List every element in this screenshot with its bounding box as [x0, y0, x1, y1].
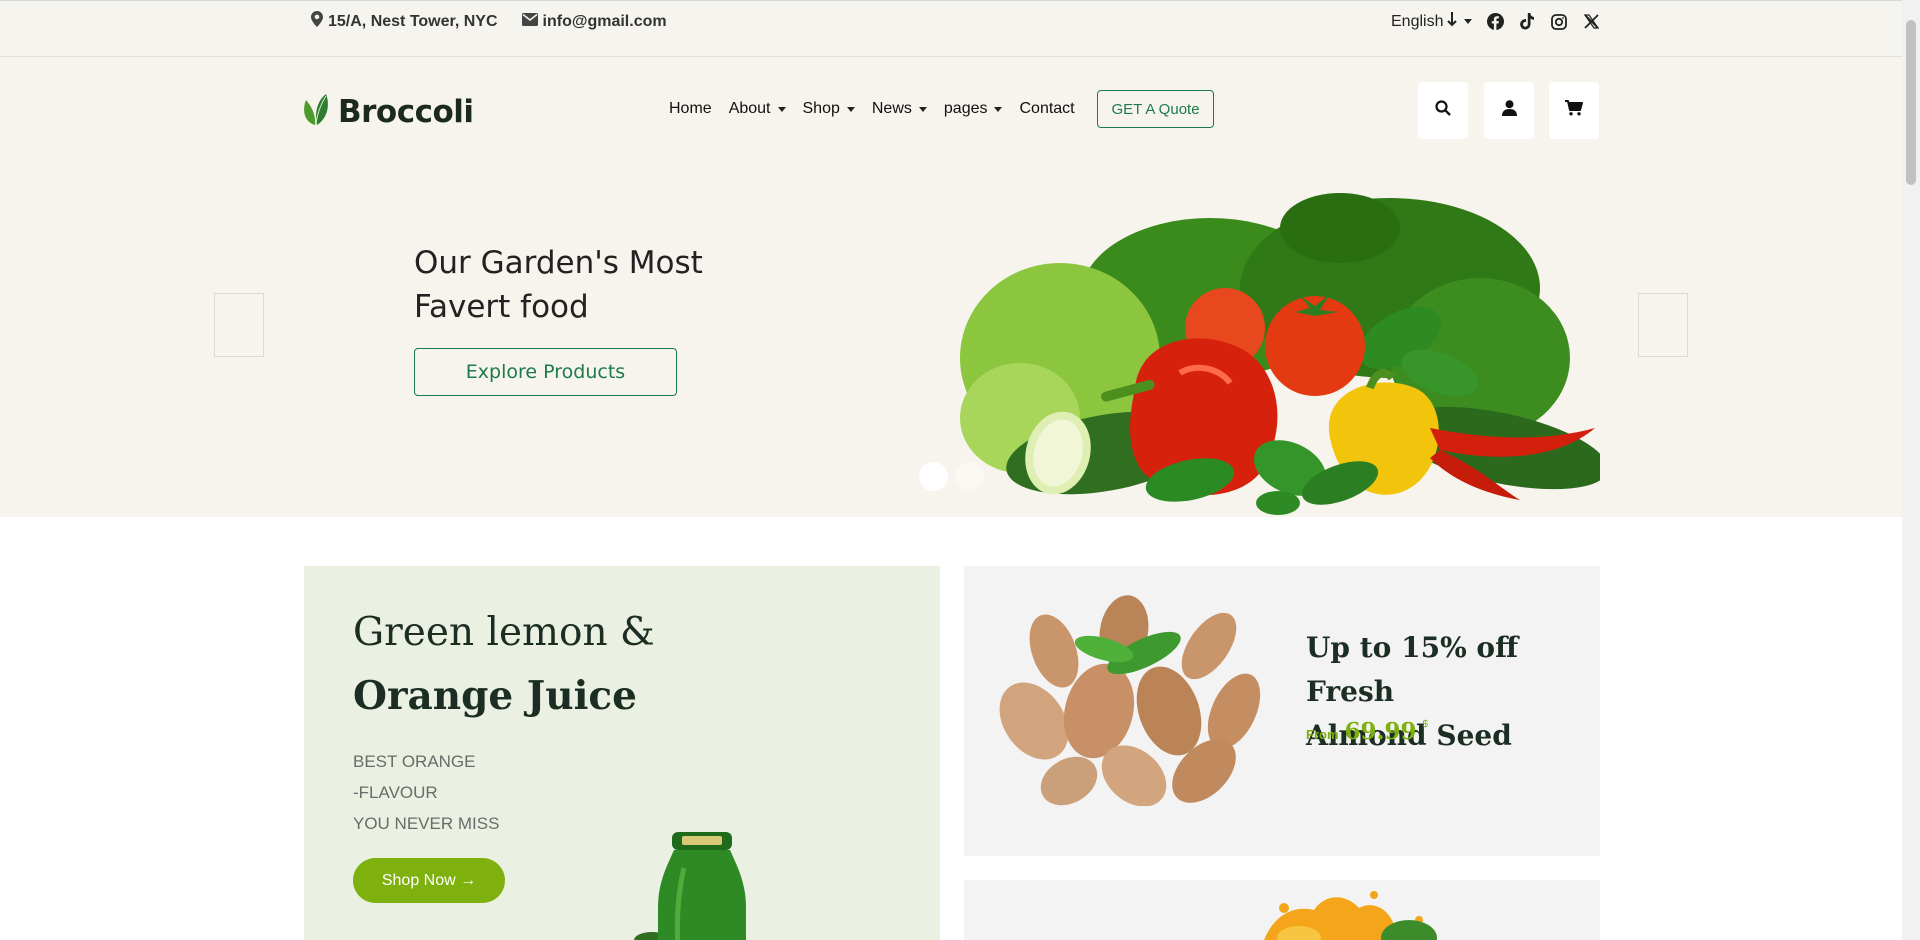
email-item[interactable]: info@gmail.com [521, 11, 667, 32]
price-currency: $ [1422, 719, 1429, 730]
juice-title-line2: Orange Juice [353, 673, 637, 719]
nav-label: pages [943, 100, 988, 117]
facebook-icon[interactable] [1486, 13, 1504, 31]
chevron-down-icon [777, 106, 786, 112]
nav-item-shop[interactable]: Shop [803, 100, 855, 118]
vegetables-image [960, 193, 1600, 515]
account-button[interactable] [1484, 82, 1534, 139]
brand-name: Broccoli [338, 93, 474, 130]
map-pin-icon [311, 11, 323, 32]
juice-subtitle: BEST ORANGE -FLAVOUR YOU NEVER MISS [353, 746, 499, 839]
almond-price: From 69.99 $ [1306, 718, 1428, 745]
page-scrollbar[interactable] [1902, 0, 1920, 940]
cart-icon [1565, 100, 1583, 121]
chevron-down-icon [846, 106, 855, 112]
shop-now-button[interactable]: Shop Now → [353, 858, 505, 903]
price-from-label: From [1306, 727, 1339, 742]
nav-item-pages[interactable]: pages [944, 100, 1003, 118]
juice-splash-image [1264, 891, 1437, 940]
almond-title-line1: Up to 15% off Fresh [1306, 631, 1519, 708]
search-icon [1435, 100, 1451, 121]
user-icon [1501, 100, 1517, 121]
envelope-icon [521, 12, 538, 31]
hero-title-line2: Favert food [414, 289, 589, 325]
juice-sub-line3: YOU NEVER MISS [353, 814, 500, 833]
arrow-down-icon [1447, 11, 1458, 32]
brand-logo[interactable]: Broccoli [302, 92, 474, 131]
nav-label: News [871, 100, 912, 117]
top-info-bar: 15/A, Nest Tower, NYC info@gmail.com Eng… [0, 0, 1902, 57]
leaf-logo-icon [302, 92, 332, 131]
chevron-down-icon [918, 106, 927, 112]
almonds-image [999, 595, 1261, 806]
nav-item-contact[interactable]: Contact [1019, 100, 1074, 118]
email-text: info@gmail.com [542, 12, 667, 30]
juice-sub-line2: -FLAVOUR [353, 783, 438, 802]
slider-prev-button[interactable] [214, 293, 264, 357]
chevron-down-icon [994, 106, 1003, 112]
language-selector[interactable]: English [1391, 11, 1473, 32]
slider-next-button[interactable] [1638, 293, 1688, 357]
address-item: 15/A, Nest Tower, NYC [311, 11, 498, 32]
nav-item-news[interactable]: News [872, 100, 927, 118]
nav-item-about[interactable]: About [729, 100, 786, 118]
almond-promo-card[interactable]: Up to 15% off Fresh Almond Seed From 69.… [964, 566, 1600, 856]
nav-label: Home [669, 100, 712, 117]
main-navigation: Home About Shop News pages Contact [669, 100, 1075, 118]
nav-label: Shop [802, 100, 840, 117]
chevron-down-icon [1464, 19, 1473, 24]
address-text: 15/A, Nest Tower, NYC [328, 12, 498, 30]
cart-button[interactable] [1549, 82, 1599, 139]
juice-title-line1: Green lemon & [353, 610, 655, 655]
topbar-right: English [1391, 11, 1600, 32]
hero-title: Our Garden's Most Favert food [414, 241, 703, 329]
contact-info: 15/A, Nest Tower, NYC info@gmail.com [311, 11, 667, 32]
nav-label: About [728, 100, 771, 117]
x-icon[interactable] [1582, 13, 1600, 31]
juice-splash-promo-card[interactable] [964, 880, 1600, 940]
header-hero-section [0, 57, 1902, 517]
slider-dot-active[interactable] [919, 462, 948, 491]
juice-promo-card[interactable]: Green lemon & Orange Juice BEST ORANGE -… [304, 566, 940, 940]
nav-item-home[interactable]: Home [669, 100, 712, 118]
price-amount: 69.99 [1344, 718, 1417, 745]
tiktok-icon[interactable] [1518, 13, 1536, 31]
get-quote-button[interactable]: GET A Quote [1097, 90, 1214, 128]
scrollbar-thumb[interactable] [1906, 20, 1916, 185]
juice-bottle-image [634, 832, 746, 940]
language-label: English [1391, 12, 1444, 30]
juice-sub-line1: BEST ORANGE [353, 752, 476, 771]
search-button[interactable] [1418, 82, 1468, 139]
instagram-icon[interactable] [1550, 13, 1568, 31]
nav-label: Contact [1019, 100, 1075, 117]
explore-products-button[interactable]: Explore Products [414, 348, 677, 396]
hero-title-line1: Our Garden's Most [414, 245, 703, 281]
